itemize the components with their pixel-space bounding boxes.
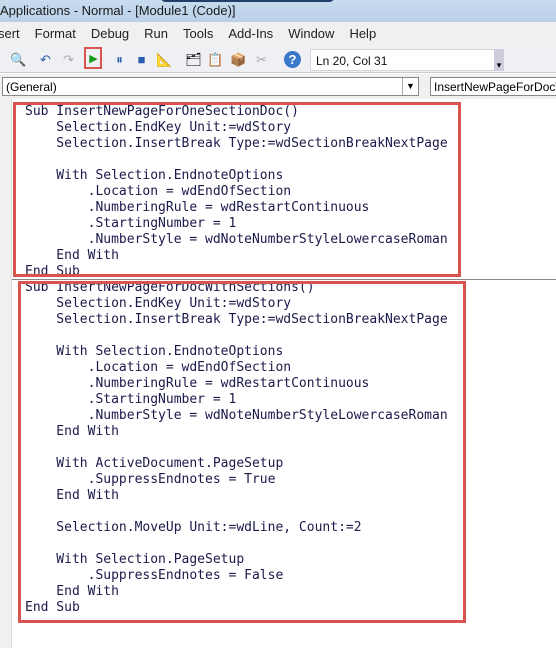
object-browser-icon[interactable]: 📦 — [230, 51, 247, 68]
menu-debug[interactable]: Debug — [91, 22, 129, 46]
run-highlight — [84, 47, 102, 69]
toolbar-options-icon[interactable]: ▾ — [494, 49, 504, 71]
toolbox-icon[interactable]: ✂ — [253, 51, 270, 68]
redo-icon[interactable]: ↷ — [60, 51, 77, 68]
combo-row: (General) ▼ InsertNewPageForDocWithSectio… — [0, 74, 556, 99]
menu-insert[interactable]: sert — [0, 22, 20, 46]
menu-tools[interactable]: Tools — [183, 22, 213, 46]
help-icon[interactable]: ? — [284, 51, 301, 68]
title-bar: Applications - Normal - [Module1 (Code)] — [0, 0, 556, 22]
design-mode-icon[interactable]: 📐 — [156, 51, 173, 68]
highlight-box-procedure-1 — [13, 102, 461, 277]
break-icon[interactable]: ⏸ — [111, 51, 128, 68]
highlight-box-procedure-2 — [18, 281, 466, 623]
object-dropdown[interactable]: (General) ▼ — [2, 77, 419, 96]
reset-icon[interactable]: ■ — [133, 51, 150, 68]
menu-add-ins[interactable]: Add-Ins — [228, 22, 273, 46]
margin-indicator-bar — [0, 99, 12, 648]
menu-run[interactable]: Run — [144, 22, 168, 46]
find-icon[interactable]: 🔍 — [10, 51, 27, 68]
object-dropdown-value: (General) — [6, 80, 57, 94]
procedure-dropdown[interactable]: InsertNewPageForDocWithSections — [430, 77, 556, 96]
properties-icon[interactable]: 📋 — [207, 51, 224, 68]
cursor-position: Ln 20, Col 31 — [310, 49, 500, 71]
menu-window[interactable]: Window — [288, 22, 334, 46]
undo-icon[interactable]: ↶ — [37, 51, 54, 68]
title-decoration — [160, 0, 335, 2]
project-explorer-icon[interactable]: 🗂 — [185, 51, 202, 68]
menu-bar: sert Format Debug Run Tools Add-Ins Wind… — [0, 22, 556, 46]
chevron-down-icon[interactable]: ▼ — [402, 78, 418, 95]
menu-help[interactable]: Help — [349, 22, 376, 46]
menu-format[interactable]: Format — [35, 22, 76, 46]
window-title: Applications - Normal - [Module1 (Code)] — [0, 3, 236, 18]
